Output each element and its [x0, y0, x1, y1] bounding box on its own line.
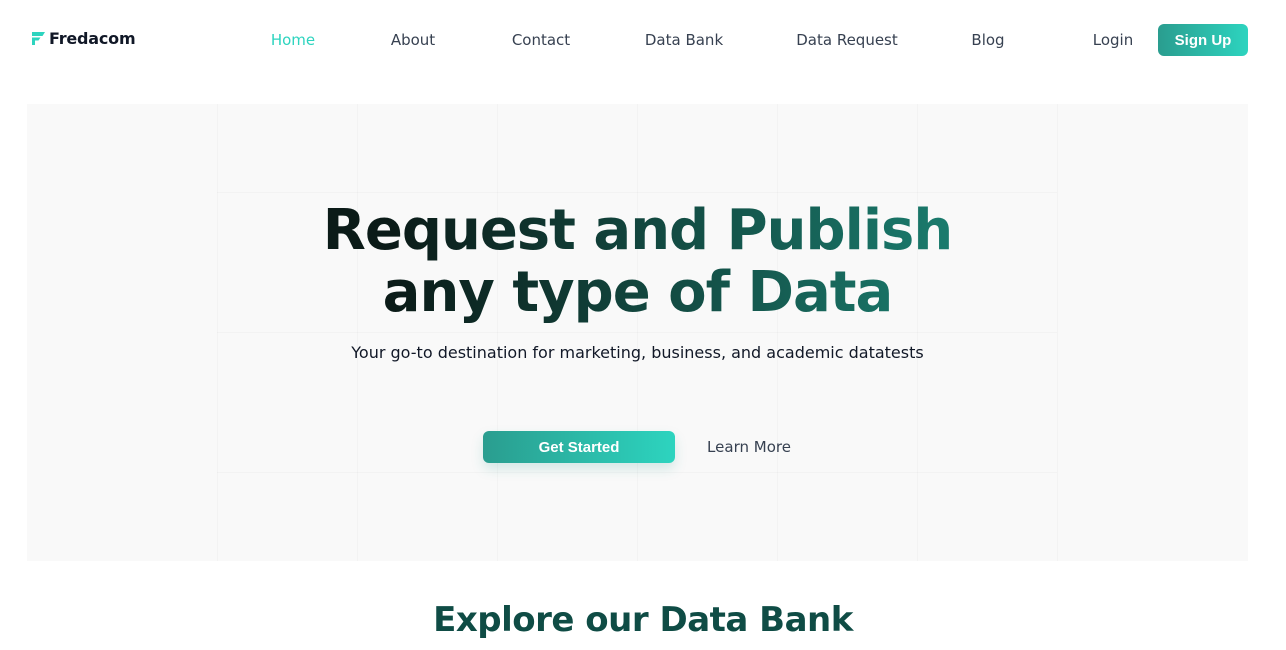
get-started-button[interactable]: Get Started	[483, 431, 675, 463]
learn-more-link[interactable]: Learn More	[707, 438, 791, 456]
nav-data-bank-link[interactable]: Data Bank	[645, 31, 723, 49]
hero-title-line-1: Request and Publish	[322, 198, 953, 263]
login-link[interactable]: Login	[1093, 31, 1133, 49]
grid-line	[217, 472, 1057, 473]
nav-home-link[interactable]: Home	[271, 31, 315, 49]
grid-line	[217, 192, 1057, 193]
hero-title-line-2: any type of Data	[382, 260, 893, 325]
nav-data-request-link[interactable]: Data Request	[796, 31, 898, 49]
navbar: Fredacom Home About Contact Data Bank Da…	[0, 0, 1286, 80]
sign-up-button[interactable]: Sign Up	[1158, 24, 1248, 56]
data-bank-section-title: Explore our Data Bank	[433, 600, 853, 640]
hero-title: Request and Publish any type of Data	[27, 200, 1248, 324]
hero-subtitle: Your go-to destination for marketing, bu…	[351, 343, 924, 362]
brand-logo[interactable]: Fredacom	[32, 29, 136, 48]
hero-section: Request and Publish any type of Data You…	[27, 104, 1248, 561]
grid-line	[217, 332, 1057, 333]
nav-contact-link[interactable]: Contact	[512, 31, 570, 49]
grid-line	[1057, 104, 1058, 561]
bookmark-flag-icon	[32, 32, 45, 45]
nav-about-link[interactable]: About	[391, 31, 435, 49]
brand-name: Fredacom	[49, 29, 136, 48]
nav-blog-link[interactable]: Blog	[971, 31, 1004, 49]
